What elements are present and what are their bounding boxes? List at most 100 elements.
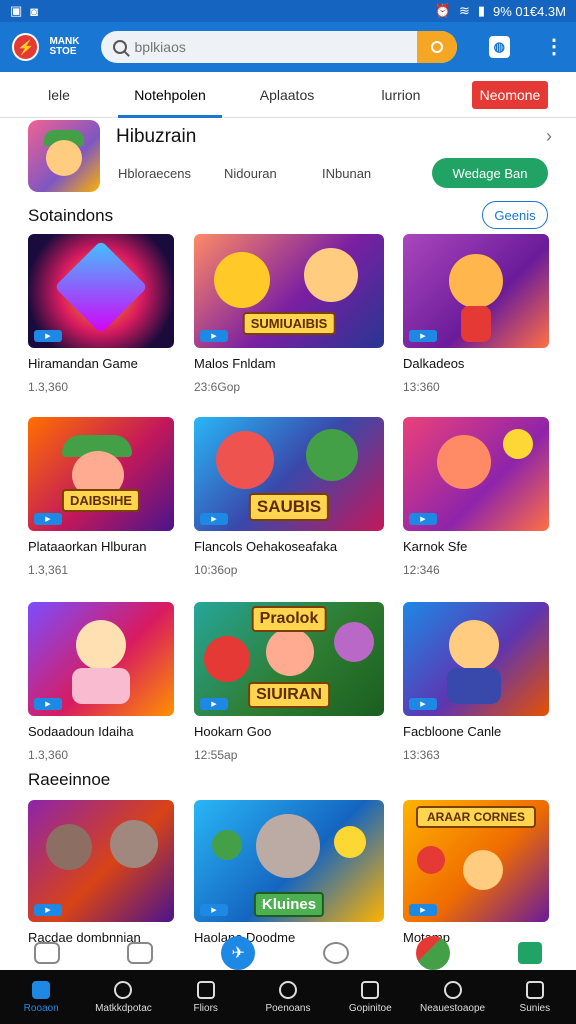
game-title: Hookarn Goo: [194, 724, 272, 739]
game-card[interactable]: SUMIUAIBIS ▶ Malos Fnldam 23:6Gop: [194, 234, 384, 394]
game-subtitle: 23:6Gop: [194, 380, 241, 394]
game-subtitle: 1.3,360: [28, 380, 69, 394]
game-badge: ▶: [409, 513, 437, 525]
section-title: Raeeinnoe: [28, 770, 111, 789]
game-card[interactable]: Praolok SIUIRAN ▶ Hookarn Goo 12:55ap: [194, 602, 384, 762]
flag-icon[interactable]: [416, 936, 451, 970]
game-banner: Kluines: [253, 892, 325, 917]
wifi-icon: ≋: [458, 3, 470, 18]
nav-search[interactable]: Matkkdpotac: [82, 970, 164, 1024]
game-title: Karnok Sfe: [403, 539, 468, 554]
featured-app-title: Hibuzrain: [116, 126, 197, 147]
game-card[interactable]: SAUBIS ▶ Flancols Oehakoseafaka 10:36op: [194, 417, 384, 577]
more-options-icon[interactable]: ⋮: [544, 37, 564, 57]
nav-home[interactable]: Rooaon: [0, 970, 82, 1024]
game-badge: ▶: [409, 904, 437, 916]
home-outline-icon[interactable]: [33, 942, 60, 964]
game-banner: ARAAR CORNES: [416, 806, 536, 828]
app-bar: ⚡ MANK STOE ◍ ⋮: [0, 22, 576, 72]
search-button[interactable]: [416, 31, 457, 63]
tab-home[interactable]: lele: [0, 72, 118, 118]
status-bar: ▣ ◙ ⏰ ≋ ▮ 9% 01€4.3M: [0, 0, 576, 22]
game-card[interactable]: DAIBSIHE ▶ Plataaorkan Hlburan 1.3,361: [28, 417, 174, 577]
game-badge: ▶: [409, 698, 437, 710]
tab-apps[interactable]: Aplaatos: [222, 72, 352, 118]
section-title: Sotaindons: [28, 206, 114, 225]
game-title: Dalkadeos: [403, 356, 465, 371]
nav-more[interactable]: Sunies: [494, 970, 576, 1024]
featured-app[interactable]: Hibuzrain › Hbloraecens Nidouran INbunan…: [28, 118, 552, 198]
game-subtitle: 13:360: [403, 380, 440, 394]
tab-library[interactable]: lurrion: [352, 72, 450, 118]
game-title: Facbloone Canle: [403, 724, 502, 739]
brand-name: MANK STOE: [49, 36, 80, 57]
nav-messages[interactable]: Gopinitoe: [329, 970, 411, 1024]
game-card[interactable]: ▶ Hiramandan Game 1.3,360: [28, 234, 174, 394]
game-thumbnail: ▶: [403, 417, 549, 531]
game-thumbnail: ▶: [28, 602, 174, 716]
messenger-icon[interactable]: [518, 942, 543, 964]
signal-icon: ▮: [477, 3, 485, 18]
chevron-right-icon[interactable]: ›: [546, 126, 552, 147]
search-bar[interactable]: [100, 31, 457, 63]
game-thumbnail: ▶: [403, 234, 549, 348]
game-card[interactable]: ▶ Facbloone Canle 13:363: [403, 602, 549, 762]
game-thumbnail: ▶: [28, 800, 174, 922]
game-card[interactable]: ▶ Karnok Sfe 12:346: [403, 417, 549, 577]
game-card[interactable]: ▶ Dalkadeos 13:360: [403, 234, 549, 394]
featured-meta-1: Hbloraecens: [118, 166, 191, 181]
search-icon: [112, 40, 127, 54]
game-title: Flancols Oehakoseafaka: [194, 539, 338, 554]
game-badge: ▶: [34, 513, 62, 525]
game-badge: ▶: [200, 513, 228, 525]
chat-outline-icon[interactable]: [127, 942, 154, 964]
game-title: Plataaorkan Hlburan: [28, 539, 147, 554]
game-thumbnail: SAUBIS ▶: [194, 417, 384, 531]
nav-account[interactable]: Neauestoaope: [411, 970, 493, 1024]
game-card[interactable]: ▶ Sodaadoun Idaiha 1.3,360: [28, 602, 174, 762]
game-thumbnail: SUMIUAIBIS ▶: [194, 234, 384, 348]
game-banner: SIUIRAN: [248, 682, 330, 708]
tab-promo[interactable]: Neomone: [472, 80, 548, 109]
folder-icon: [196, 980, 215, 999]
app-notification-icon: ◙: [30, 3, 39, 19]
tab-featured[interactable]: Notehpolen: [118, 72, 222, 118]
rocket-fab-button[interactable]: ✈: [221, 936, 256, 970]
app-logo[interactable]: ⚡: [12, 33, 40, 61]
featured-meta-3: INbunan: [322, 166, 372, 181]
game-banner-top: Praolok: [251, 606, 327, 632]
nav-profile[interactable]: Poenoans: [247, 970, 329, 1024]
game-badge: ▶: [409, 330, 437, 342]
gallery-icon: ▣: [10, 3, 23, 18]
speech-bubble-icon[interactable]: [322, 942, 349, 964]
nav-files[interactable]: Fliors: [165, 970, 247, 1024]
game-thumbnail: DAIBSIHE ▶: [28, 417, 174, 531]
status-text: 9% 01€4.3M: [493, 3, 566, 19]
store-bag-icon[interactable]: ◍: [488, 36, 510, 58]
search-input[interactable]: [134, 39, 415, 55]
game-banner: SAUBIS: [248, 493, 330, 521]
game-thumbnail: Praolok SIUIRAN ▶: [194, 602, 384, 716]
game-thumbnail: ARAAR CORNES ▶: [403, 800, 549, 922]
user-icon: [443, 980, 462, 999]
floating-actions: ✈: [0, 936, 576, 970]
game-card[interactable]: ARAAR CORNES ▶ Motamp: [403, 800, 549, 945]
game-card[interactable]: Kluines ▶ Haolano Doodme: [194, 800, 384, 945]
game-banner: DAIBSIHE: [61, 489, 141, 512]
game-badge: ▶: [34, 698, 62, 710]
game-title: Malos Fnldam: [194, 356, 276, 371]
featured-meta-2: Nidouran: [224, 166, 277, 181]
game-title: Sodaadoun Idaiha: [28, 724, 134, 739]
see-more-button[interactable]: Geenis: [482, 201, 548, 229]
game-thumbnail: ▶: [403, 602, 549, 716]
game-subtitle: 12:55ap: [194, 748, 238, 762]
message-icon: [361, 980, 380, 999]
game-subtitle: 10:36op: [194, 563, 238, 577]
bottom-navigation: Rooaon Matkkdpotac Fliors Poenoans Gopin…: [0, 970, 576, 1024]
alarm-icon: ⏰: [434, 3, 451, 18]
game-card[interactable]: ▶ Racdae dombnnian: [28, 800, 174, 945]
home-icon: [32, 980, 51, 999]
install-button[interactable]: Wedage Ban: [432, 158, 548, 188]
featured-app-icon: [28, 120, 100, 192]
category-tabs: lele Notehpolen Aplaatos lurrion Neomone: [0, 72, 576, 118]
